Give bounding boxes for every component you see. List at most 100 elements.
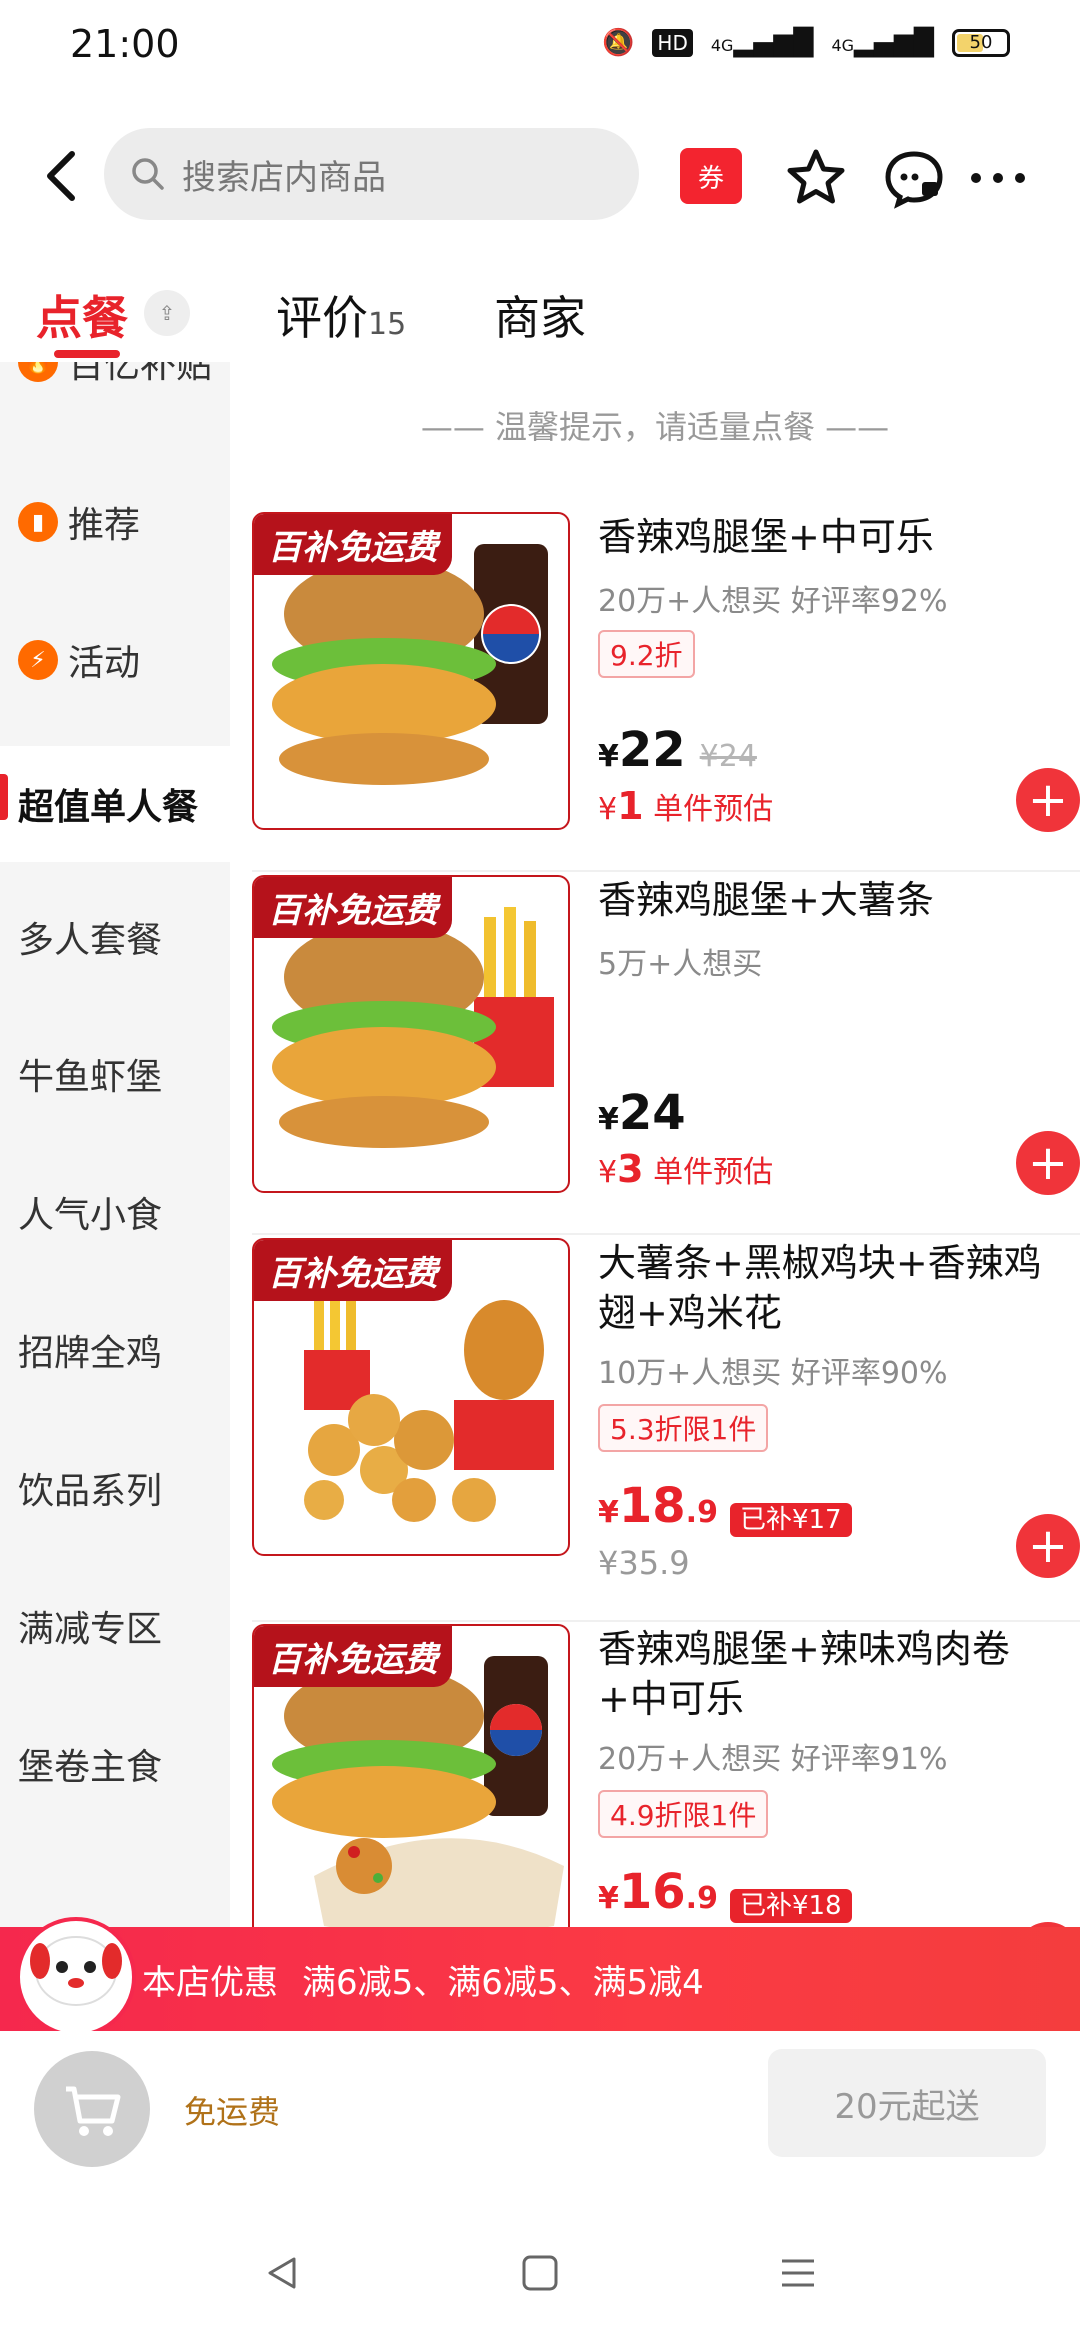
product-stats: 20万+人想买 好评率92%: [598, 584, 948, 619]
product-card[interactable]: 百补免运费 香辣鸡腿堡+辣味鸡肉卷+中可乐 20万+人想买 好评率91% 4.9…: [252, 1624, 1080, 1927]
sidebar-item-recommend[interactable]: ▮ 推荐: [0, 472, 230, 572]
product-list: —— 温馨提示，请适量点餐 —— 百补免运费 香辣鸡腿堡+中可乐 20万+人想买…: [230, 362, 1080, 1927]
signal-icon: 4G▂▄▆█: [710, 28, 814, 58]
more-dots-icon: [971, 173, 1025, 183]
store-promo-bar[interactable]: 本店优惠 满6减5、满6减5、满5减4: [0, 1927, 1080, 2031]
promo-text: 满6减5、满6减5、满5减4: [302, 1962, 704, 2003]
hd-icon: HD: [652, 29, 693, 57]
estimated-price: ¥3 单件预估: [598, 1147, 774, 1191]
header: 搜索店内商品 券: [0, 120, 1080, 230]
tab-reviews[interactable]: 评价15: [276, 282, 406, 348]
free-shipping-ribbon: 百补免运费: [254, 877, 452, 938]
original-price: ¥24: [699, 739, 757, 774]
product-title: 香辣鸡腿堡+大薯条: [598, 878, 934, 922]
original-price: ¥35.9: [598, 1544, 690, 1582]
more-button[interactable]: [966, 146, 1030, 210]
add-to-cart-button[interactable]: +: [1016, 1131, 1080, 1195]
nav-menu-button[interactable]: [778, 2253, 818, 2297]
product-title: 香辣鸡腿堡+中可乐: [598, 515, 934, 559]
star-icon: [787, 149, 845, 204]
sidebar-item-burgers-wraps[interactable]: 堡卷主食: [0, 1714, 230, 1814]
coupon-label: 券: [697, 163, 724, 194]
status-time: 21:00: [70, 22, 180, 66]
free-shipping-ribbon: 百补免运费: [254, 1626, 452, 1687]
cart-bar: 免运费 20元起送: [0, 2031, 1080, 2201]
free-shipping-label: 免运费: [184, 2093, 281, 2131]
search-icon: [132, 158, 164, 190]
favorite-button[interactable]: [784, 146, 848, 210]
add-to-cart-button[interactable]: +: [1016, 768, 1080, 832]
bolt-icon: ⚡: [18, 640, 58, 680]
search-input[interactable]: 搜索店内商品: [104, 128, 639, 220]
review-count: 15: [368, 307, 407, 342]
sidebar-item-whole-chicken[interactable]: 招牌全鸡: [0, 1300, 230, 1400]
nav-home-button[interactable]: [520, 2253, 560, 2297]
promo-label: 本店优惠: [142, 1962, 278, 2003]
tab-merchant[interactable]: 商家: [494, 282, 586, 348]
menu-lines-icon: [782, 2259, 814, 2287]
square-home-icon: [522, 2255, 558, 2291]
estimated-price: ¥1 单件预估: [598, 784, 774, 828]
plus-icon: +: [1027, 1135, 1069, 1191]
tab-order[interactable]: 点餐: [36, 282, 128, 348]
sidebar-item-single-meal[interactable]: 超值单人餐: [0, 746, 230, 862]
category-sidebar: 🔥 百亿补贴 ▮ 推荐 ⚡ 活动 超值单人餐 多人套餐 牛鱼虾堡 人气小食 招牌全鸡 …: [0, 362, 230, 1927]
discount-badge: 5.3折限1件: [598, 1404, 769, 1452]
tab-active-indicator: [54, 350, 120, 358]
order-tip: —— 温馨提示，请适量点餐 ——: [420, 408, 890, 446]
product-price: ¥24: [598, 1085, 686, 1141]
product-card[interactable]: 百补免运费 香辣鸡腿堡+中可乐 20万+人想买 好评率92% 9.2折 ¥22 ¥…: [252, 512, 1080, 872]
collapse-icon[interactable]: ⇪: [144, 290, 190, 336]
sidebar-item-subsidy[interactable]: 🔥 百亿补贴: [0, 362, 230, 412]
nav-back-button[interactable]: [262, 2253, 302, 2297]
product-stats: 10万+人想买 好评率90%: [598, 1356, 948, 1391]
product-image: 百补免运费: [252, 1238, 570, 1556]
system-nav-bar: [0, 2201, 1080, 2340]
tab-bar: 点餐 ⇪ 评价15 商家: [0, 262, 1080, 362]
status-icons: 🔕 HD 4G▂▄▆█ 4G▂▄▆█ 50: [602, 28, 1010, 58]
product-image: 百补免运费: [252, 512, 570, 830]
product-title: 香辣鸡腿堡+辣味鸡肉卷+中可乐: [598, 1627, 1010, 1721]
mute-bell-icon: 🔕: [602, 28, 635, 58]
add-to-cart-button[interactable]: +: [1016, 1514, 1080, 1578]
sidebar-item-multi-meal[interactable]: 多人套餐: [0, 887, 230, 987]
product-title: 大薯条+黑椒鸡块+香辣鸡翅+鸡米花: [598, 1241, 1042, 1335]
subsidy-badge: 已补¥17: [729, 1503, 852, 1537]
subsidy-badge: 已补¥18: [729, 1889, 852, 1923]
product-card[interactable]: 百补免运费 大薯条+黑椒鸡块+香辣鸡翅+鸡米花 10万+人想买 好评率90% 5…: [252, 1238, 1080, 1622]
tab-reviews-label: 评价: [276, 291, 368, 345]
product-price: ¥18.9 已补¥17: [598, 1478, 852, 1537]
search-placeholder: 搜索店内商品: [182, 157, 386, 198]
sidebar-item-drinks[interactable]: 饮品系列: [0, 1438, 230, 1538]
signal-icon-2: 4G▂▄▆█: [831, 28, 934, 58]
sidebar-item-activity[interactable]: ⚡ 活动: [0, 610, 230, 710]
chat-bubble-icon: [885, 151, 943, 209]
sidebar-item-beef-fish-shrimp[interactable]: 牛鱼虾堡: [0, 1024, 230, 1124]
plus-icon: +: [1027, 772, 1069, 828]
status-bar: 21:00 🔕 HD 4G▂▄▆█ 4G▂▄▆█ 50: [0, 0, 1080, 96]
discount-badge: 9.2折: [598, 630, 695, 678]
shopping-cart-icon: [66, 2086, 121, 2136]
product-card[interactable]: 百补免运费 香辣鸡腿堡+大薯条 5万+人想买 ¥24 ¥3 单件预估 +: [252, 875, 1080, 1235]
free-shipping-ribbon: 百补免运费: [254, 1240, 452, 1301]
triangle-back-icon: [268, 2257, 296, 2289]
sidebar-item-discounts[interactable]: 满减专区: [0, 1576, 230, 1676]
product-image: 百补免运费: [252, 875, 570, 1193]
cart-button[interactable]: [34, 2051, 150, 2167]
coupon-button[interactable]: 券: [680, 148, 742, 204]
product-price: ¥16.9 已补¥18: [598, 1864, 852, 1923]
product-image: 百补免运费: [252, 1624, 570, 1927]
product-price: ¥22 ¥24: [598, 722, 757, 778]
flame-icon: 🔥: [18, 362, 58, 382]
plus-icon: +: [1027, 1518, 1069, 1574]
bookmark-icon: ▮: [18, 502, 58, 542]
discount-badge: 4.9折限1件: [598, 1790, 769, 1838]
product-stats: 20万+人想买 好评率91%: [598, 1742, 948, 1777]
sidebar-item-snacks[interactable]: 人气小食: [0, 1162, 230, 1262]
min-order-button[interactable]: 20元起送: [768, 2049, 1046, 2157]
free-shipping-ribbon: 百补免运费: [254, 514, 452, 575]
customer-service-button[interactable]: [882, 146, 946, 210]
back-button[interactable]: [36, 144, 86, 208]
product-stats: 5万+人想买: [598, 947, 763, 982]
mascot-icon: [16, 1917, 136, 2037]
